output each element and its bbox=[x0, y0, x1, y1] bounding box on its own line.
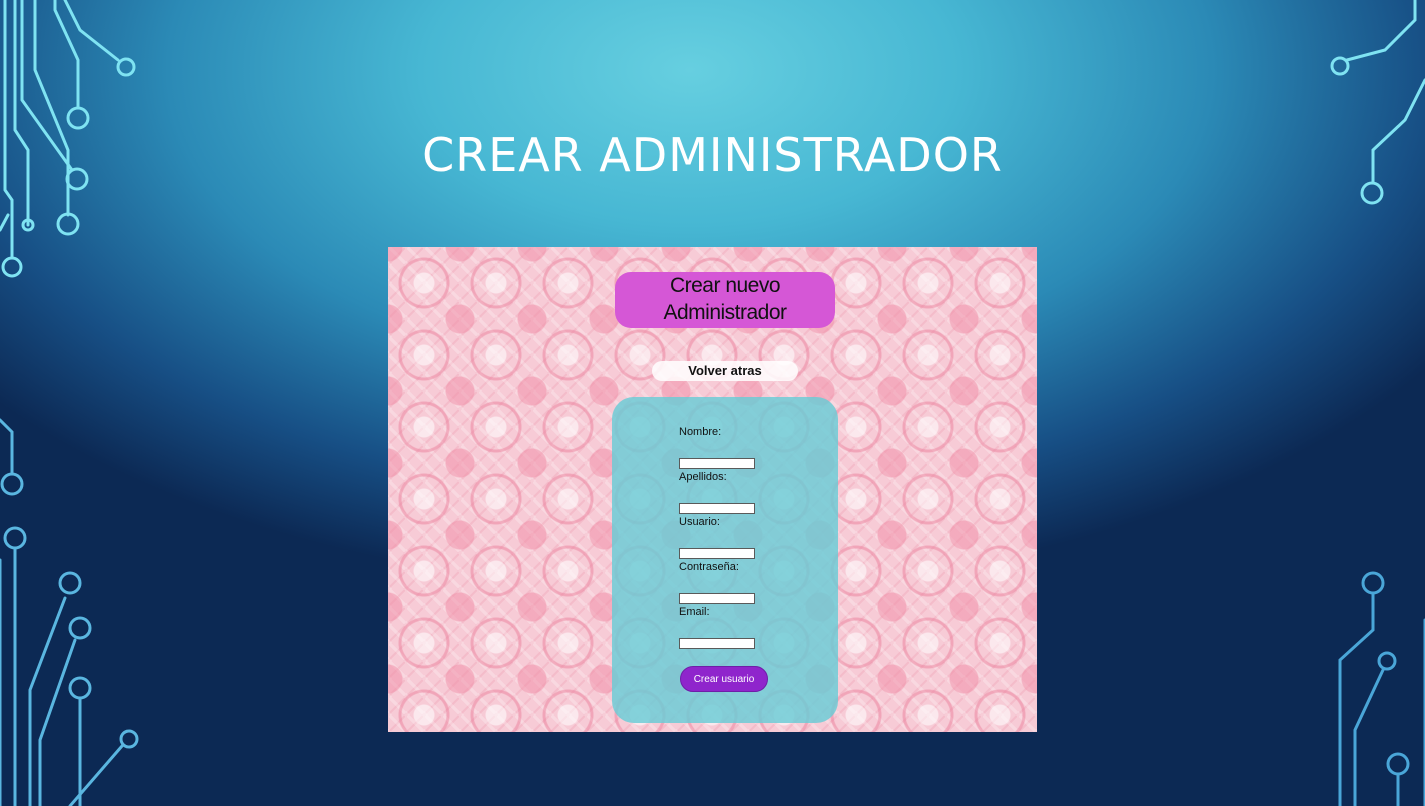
create-admin-form: Nombre: Apellidos: Usuario: Contraseña: … bbox=[612, 397, 838, 723]
slide-title: CREAR ADMINISTRADOR bbox=[422, 128, 1003, 182]
app-screenshot: Crear nuevo Administrador Volver atras N… bbox=[388, 247, 1037, 732]
contrasena-input[interactable] bbox=[679, 593, 755, 604]
usuario-input[interactable] bbox=[679, 548, 755, 559]
page-heading-line1: Crear nuevo bbox=[669, 274, 781, 297]
nombre-input[interactable] bbox=[679, 458, 755, 469]
nombre-label: Nombre: bbox=[679, 426, 722, 438]
apellidos-label: Apellidos: bbox=[679, 471, 727, 483]
contrasena-label: Contraseña: bbox=[679, 561, 739, 573]
circuit-decoration-left bbox=[0, 0, 139, 806]
page-heading-line2: Administrador bbox=[663, 301, 787, 324]
email-label: Email: bbox=[679, 606, 710, 618]
crear-usuario-button[interactable]: Crear usuario bbox=[680, 666, 768, 692]
back-link[interactable]: Volver atras bbox=[652, 361, 798, 381]
apellidos-input[interactable] bbox=[679, 503, 755, 514]
usuario-label: Usuario: bbox=[679, 516, 720, 528]
circuit-decoration-right bbox=[1330, 0, 1425, 806]
email-input[interactable] bbox=[679, 638, 755, 649]
page-heading: Crear nuevo Administrador bbox=[615, 272, 835, 328]
